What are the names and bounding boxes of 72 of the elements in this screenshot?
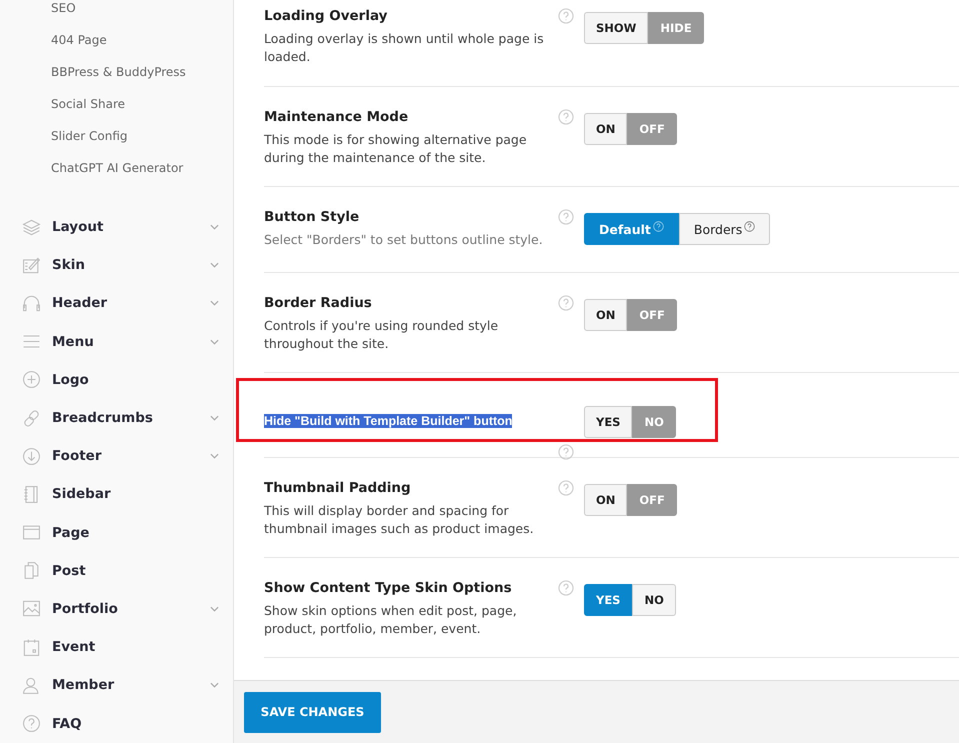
- chevron-down-icon[interactable]: [210, 453, 219, 460]
- chevron-down-icon[interactable]: [210, 682, 219, 688]
- sidebar-subitem[interactable]: SEO: [51, 0, 233, 24]
- chevron-down-icon[interactable]: [210, 224, 219, 230]
- chevron-down-icon[interactable]: [210, 262, 219, 268]
- sidebar-item[interactable]: Member: [52, 677, 210, 694]
- option-button[interactable]: Default: [584, 213, 679, 245]
- sidebar-subitem[interactable]: Slider Config: [51, 120, 233, 152]
- sidebar-item[interactable]: Logo: [52, 372, 219, 388]
- option-button[interactable]: YES: [584, 584, 632, 616]
- setting-description: This will display border and spacing for thumbnail images such as product images.: [264, 502, 535, 538]
- chevron-down-icon[interactable]: [210, 338, 219, 345]
- help-icon[interactable]: [558, 109, 574, 125]
- sidebar-item[interactable]: Menu: [52, 334, 210, 350]
- document-icon: [22, 561, 41, 580]
- layers-icon: [22, 218, 41, 237]
- option-button[interactable]: NO: [632, 584, 676, 616]
- sidebar-item[interactable]: Sidebar: [52, 486, 219, 502]
- chevron-down-icon[interactable]: [210, 300, 219, 306]
- setting-title: Button Style: [264, 209, 360, 225]
- setting-description: Loading overlay is shown until whole page is loaded.: [264, 30, 545, 66]
- setting-title: Hide "Build with Template Builder" button: [264, 414, 512, 428]
- setting-title: Border Radius: [264, 295, 373, 311]
- setting-title: Show Content Type Skin Options: [264, 580, 513, 596]
- sidebar-subitem[interactable]: BBPress & BuddyPress: [51, 56, 233, 88]
- help-icon[interactable]: [558, 444, 574, 460]
- option-button[interactable]: ON: [584, 299, 628, 331]
- sidebar-item[interactable]: Breadcrumbs: [52, 410, 210, 426]
- help-icon: [22, 714, 41, 734]
- sidebar-item[interactable]: Page: [52, 524, 219, 541]
- save-button[interactable]: SAVE CHANGES: [244, 692, 381, 732]
- arrow-down-circle-icon: [22, 446, 41, 466]
- chevron-down-icon[interactable]: [210, 415, 219, 422]
- sidebar-item[interactable]: Portfolio: [52, 600, 210, 617]
- sidebar-item[interactable]: Post: [52, 562, 219, 579]
- sidebar-subitem[interactable]: Social Share: [51, 88, 233, 120]
- sidebar-item[interactable]: Header: [52, 295, 210, 312]
- user-icon: [22, 676, 41, 695]
- calendar-icon: [22, 638, 41, 657]
- setting-description: Select "Borders" to set buttons outline style.: [264, 231, 544, 249]
- option-button[interactable]: ON: [584, 113, 628, 145]
- option-button[interactable]: ON: [584, 484, 628, 516]
- setting-description: This mode is for showing alternative page during the maintenance of the site.: [264, 131, 528, 167]
- help-icon: [652, 220, 664, 232]
- sidebar-item[interactable]: Event: [52, 639, 219, 656]
- tablet-pen-icon: [22, 256, 41, 275]
- sidebar-item[interactable]: FAQ: [52, 716, 219, 732]
- help-icon[interactable]: [558, 209, 574, 225]
- plus-circle-icon: [22, 370, 41, 390]
- help-icon[interactable]: [558, 580, 574, 596]
- setting-description: Controls if you're using rounded style throughout the site.: [264, 317, 500, 353]
- browser-window-icon: [22, 523, 41, 542]
- setting-title: Maintenance Mode: [264, 109, 410, 125]
- link-icon: [22, 408, 41, 428]
- sidebar-item[interactable]: Skin: [52, 257, 210, 274]
- image-icon: [22, 599, 41, 618]
- setting-title: Loading Overlay: [264, 8, 388, 24]
- option-button[interactable]: SHOW: [584, 12, 648, 44]
- help-icon: [744, 220, 756, 232]
- sidebar-subitem[interactable]: 404 Page: [51, 24, 233, 56]
- help-icon[interactable]: [558, 8, 574, 24]
- setting-title: Thumbnail Padding: [264, 480, 412, 496]
- chevron-down-icon[interactable]: [210, 606, 219, 612]
- option-button[interactable]: Borders: [678, 213, 770, 245]
- help-icon[interactable]: [558, 295, 574, 311]
- setting-description: Show skin options when edit post, page, product, portfolio, member, event.: [264, 602, 518, 638]
- option-button[interactable]: YES: [584, 406, 632, 438]
- help-icon[interactable]: [558, 480, 574, 496]
- sidebar-subitem[interactable]: ChatGPT AI Generator: [51, 152, 233, 184]
- sidebar-item[interactable]: Layout: [52, 219, 210, 236]
- headphones-icon: [22, 294, 41, 313]
- sidebar-item[interactable]: Footer: [52, 448, 210, 464]
